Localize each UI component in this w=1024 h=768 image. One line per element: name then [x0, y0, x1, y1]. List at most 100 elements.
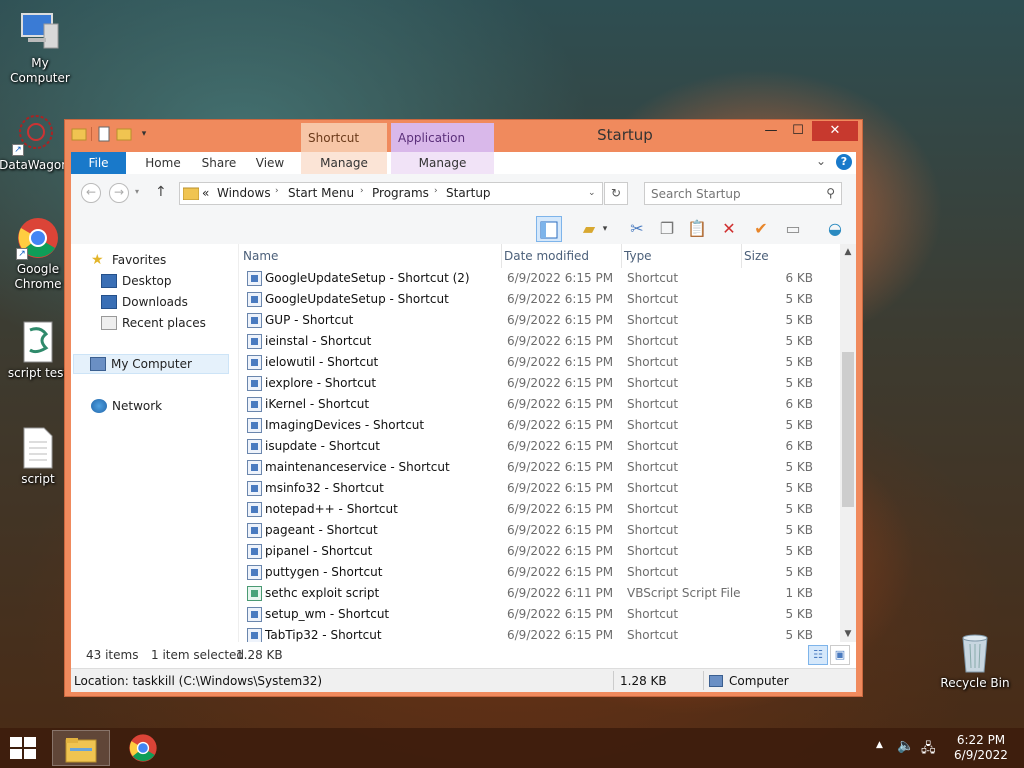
desktop-icon-datawagon[interactable]: ↗ DataWagon	[0, 112, 74, 173]
tab-file[interactable]: File	[71, 152, 126, 174]
new-folder-icon[interactable]	[116, 126, 132, 142]
file-row[interactable]: sethc exploit script 6/9/2022 6:11 PM VBSc…	[239, 583, 839, 604]
nav-desktop[interactable]: Desktop	[101, 271, 172, 291]
computer-icon	[90, 357, 106, 371]
show-hidden-icons-button[interactable]: ▲	[876, 740, 883, 750]
file-type: Shortcut	[627, 271, 679, 285]
vertical-scrollbar[interactable]: ▲ ▼	[840, 244, 856, 642]
file-row[interactable]: iKernel - Shortcut 6/9/2022 6:15 PM Shortc…	[239, 394, 839, 415]
chevron-right-icon[interactable]: ›	[360, 186, 364, 196]
file-row[interactable]: puttygen - Shortcut 6/9/2022 6:15 PM Short…	[239, 562, 839, 583]
recent-locations-icon[interactable]: ▾	[135, 187, 139, 196]
file-row[interactable]: ielowutil - Shortcut 6/9/2022 6:15 PM Shor…	[239, 352, 839, 373]
file-row[interactable]: notepad++ - Shortcut 6/9/2022 6:15 PM Shor…	[239, 499, 839, 520]
file-row[interactable]: GoogleUpdateSetup - Shortcut 6/9/2022 6:1…	[239, 289, 839, 310]
tab-view[interactable]: View	[245, 152, 295, 174]
tab-manage-application[interactable]: Manage	[391, 152, 494, 174]
minimize-button[interactable]: —	[758, 121, 784, 141]
taskbar-file-explorer[interactable]	[52, 730, 110, 766]
search-input[interactable]	[645, 183, 815, 204]
file-row[interactable]: ieinstal - Shortcut 6/9/2022 6:15 PM Short…	[239, 331, 839, 352]
nav-my-computer[interactable]: My Computer	[73, 354, 229, 374]
file-row[interactable]: pageant - Shortcut 6/9/2022 6:15 PM Shortc…	[239, 520, 839, 541]
network-button[interactable]: ◒	[822, 216, 848, 242]
details-view-button[interactable]: ☷	[808, 645, 828, 665]
nav-network[interactable]: Network	[91, 396, 162, 416]
scroll-down-icon[interactable]: ▼	[840, 626, 856, 642]
chevron-down-icon[interactable]: ⌄	[588, 188, 596, 198]
nav-downloads[interactable]: Downloads	[101, 292, 188, 312]
network-status-icon[interactable]: 🖧	[921, 739, 936, 761]
scrollbar-thumb[interactable]	[842, 352, 854, 507]
expand-ribbon-icon[interactable]: ⌄	[816, 154, 826, 168]
shortcut-file-icon	[247, 460, 262, 475]
breadcrumb-start-menu[interactable]: Start Menu	[288, 186, 354, 200]
properties-button[interactable]: ▭	[780, 216, 806, 242]
breadcrumb-overflow[interactable]: «	[202, 186, 209, 200]
address-bar[interactable]: « Windows › Start Menu › Programs › Star…	[179, 182, 603, 205]
chevron-down-icon[interactable]: ▾	[136, 126, 152, 142]
breadcrumb-windows[interactable]: Windows	[217, 186, 271, 200]
file-row[interactable]: TabTip32 - Shortcut 6/9/2022 6:15 PM Short…	[239, 625, 839, 642]
help-icon[interactable]: ?	[836, 154, 852, 170]
select-button[interactable]: ✔	[748, 216, 774, 242]
file-row[interactable]: GUP - Shortcut 6/9/2022 6:15 PM Shortcut 5 …	[239, 310, 839, 331]
file-row[interactable]: maintenanceservice - Shortcut 6/9/2022 6:…	[239, 457, 839, 478]
nav-favorites[interactable]: ★ Favorites	[91, 250, 166, 270]
navigation-pane[interactable]: ★ Favorites Desktop Downloads Recent pla…	[71, 244, 239, 642]
item-count: 43 items	[86, 648, 139, 662]
refresh-button[interactable]: ↻	[604, 182, 628, 205]
explorer-window[interactable]: ▾ Shortcut Tools Application Tools Start…	[64, 119, 863, 697]
column-divider[interactable]	[501, 244, 502, 268]
back-button[interactable]: ←	[81, 183, 101, 203]
maximize-button[interactable]: ☐	[785, 121, 811, 141]
column-header-name[interactable]: Name	[243, 244, 278, 268]
chevron-down-icon[interactable]: ▾	[598, 216, 612, 242]
delete-button[interactable]: ✕	[716, 216, 742, 242]
start-button[interactable]	[10, 737, 36, 759]
scroll-up-icon[interactable]: ▲	[840, 244, 856, 260]
chrome-icon: ↗	[16, 216, 60, 260]
cut-button[interactable]: ✂	[624, 216, 650, 242]
chevron-right-icon[interactable]: ›	[275, 186, 279, 196]
taskbar-chrome[interactable]	[114, 730, 172, 766]
title-bar[interactable]: ▾ Shortcut Tools Application Tools Start…	[65, 120, 862, 175]
file-row[interactable]: pipanel - Shortcut 6/9/2022 6:15 PM Shortc…	[239, 541, 839, 562]
large-icons-view-button[interactable]: ▣	[830, 645, 850, 665]
file-row[interactable]: ImagingDevices - Shortcut 6/9/2022 6:15 P…	[239, 415, 839, 436]
file-list[interactable]: ^ Name Date modified Type Size GoogleUpd…	[239, 244, 856, 642]
file-row[interactable]: isupdate - Shortcut 6/9/2022 6:15 PM Short…	[239, 436, 839, 457]
search-box[interactable]: ⚲	[644, 182, 842, 205]
volume-muted-icon[interactable]: 🔈	[897, 738, 914, 754]
column-divider[interactable]	[741, 244, 742, 268]
file-row[interactable]: setup_wm - Shortcut 6/9/2022 6:15 PM Short…	[239, 604, 839, 625]
address-row: ← → ▾ ↑ « Windows › Start Menu › Program…	[71, 174, 856, 214]
close-button[interactable]: ✕	[812, 121, 858, 141]
tab-home[interactable]: Home	[133, 152, 193, 174]
file-type: Shortcut	[627, 355, 679, 369]
properties-icon[interactable]	[96, 126, 112, 142]
nav-recent-places[interactable]: Recent places	[101, 313, 206, 333]
tab-share[interactable]: Share	[193, 152, 245, 174]
file-row[interactable]: iexplore - Shortcut 6/9/2022 6:15 PM Short…	[239, 373, 839, 394]
folder-icon[interactable]	[71, 126, 87, 142]
tab-manage-shortcut[interactable]: Manage	[301, 152, 387, 174]
file-row[interactable]: msinfo32 - Shortcut 6/9/2022 6:15 PM Short…	[239, 478, 839, 499]
file-date: 6/9/2022 6:15 PM	[507, 481, 614, 495]
column-header-size[interactable]: Size	[744, 244, 769, 268]
clock[interactable]: 6:22 PM 6/9/2022	[950, 733, 1012, 763]
preview-pane-button[interactable]	[536, 216, 562, 242]
paste-button[interactable]: 📋	[684, 216, 710, 242]
forward-button[interactable]: →	[109, 183, 129, 203]
desktop-icon-recycle-bin[interactable]: Recycle Bin	[935, 630, 1015, 691]
desktop-icon-my-computer[interactable]: My Computer	[0, 10, 80, 86]
chevron-right-icon[interactable]: ›	[434, 186, 438, 196]
column-header-type[interactable]: Type	[624, 244, 652, 268]
up-button[interactable]: ↑	[155, 184, 167, 200]
column-header-date[interactable]: Date modified	[504, 244, 589, 268]
breadcrumb-startup[interactable]: Startup	[446, 186, 491, 200]
copy-button[interactable]: ❐	[654, 216, 680, 242]
column-divider[interactable]	[621, 244, 622, 268]
file-row[interactable]: GoogleUpdateSetup - Shortcut (2) 6/9/2022…	[239, 268, 839, 289]
breadcrumb-programs[interactable]: Programs	[372, 186, 429, 200]
